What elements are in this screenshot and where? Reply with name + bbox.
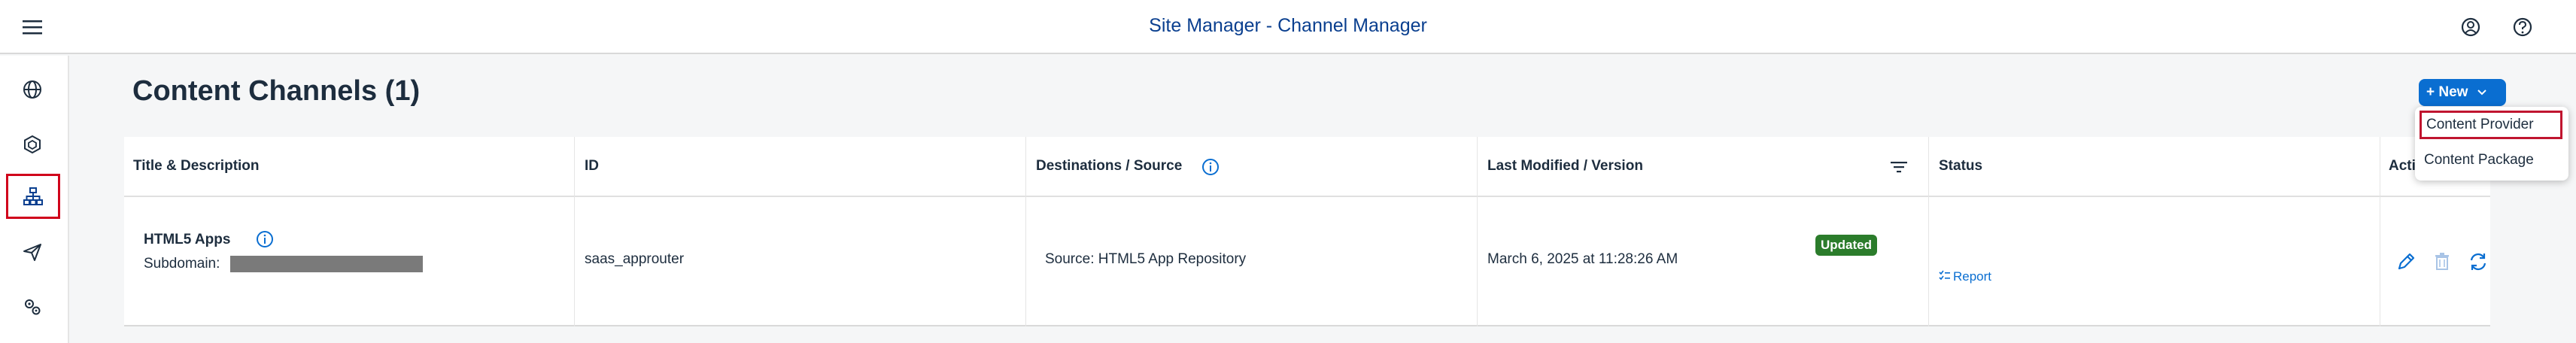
channel-id: saas_approuter: [585, 251, 685, 267]
sitemap-icon[interactable]: [6, 174, 60, 219]
settings-gears-icon[interactable]: [17, 291, 48, 323]
app-title: Site Manager - Channel Manager: [1149, 15, 1427, 36]
new-dropdown-menu: Content Provider Content Package: [2415, 107, 2568, 181]
report-link[interactable]: Report: [1939, 269, 1991, 284]
channel-source: Source: HTML5 App Repository: [1045, 251, 1247, 267]
delete-trash-icon[interactable]: [2430, 250, 2454, 274]
help-icon[interactable]: [2510, 14, 2535, 40]
information-icon[interactable]: [1201, 158, 1220, 176]
side-navigation: [0, 56, 69, 343]
information-icon[interactable]: [256, 230, 274, 248]
refresh-icon[interactable]: [2466, 250, 2490, 274]
subdomain-redacted: [230, 256, 423, 272]
report-label: Report: [1953, 269, 1992, 284]
content-channels-table: Title & Description ID Destinations / So…: [124, 137, 2490, 326]
cube-icon[interactable]: [17, 129, 48, 160]
shell-header: Site Manager - Channel Manager: [0, 0, 2576, 54]
page-title: Content Channels (1): [132, 75, 421, 107]
column-header-last-modified[interactable]: Last Modified / Version: [1487, 158, 1643, 175]
column-header-actions: Acti: [2389, 158, 2416, 174]
last-modified: March 6, 2025 at 11:28:26 AM: [1487, 251, 1678, 267]
globe-icon[interactable]: [17, 74, 48, 105]
user-account-icon[interactable]: [2458, 14, 2483, 40]
menu-item-content-package[interactable]: Content Package: [2420, 147, 2562, 175]
filter-sort-icon[interactable]: [1889, 158, 1909, 176]
column-header-destinations[interactable]: Destinations / Source: [1036, 158, 1182, 175]
column-header-id[interactable]: ID: [585, 158, 599, 175]
new-button[interactable]: + New: [2419, 79, 2506, 106]
menu-item-content-provider[interactable]: Content Provider: [2420, 111, 2562, 139]
paper-plane-icon[interactable]: [17, 236, 48, 268]
edit-pencil-icon[interactable]: [2394, 250, 2418, 274]
status-badge: Updated: [1815, 235, 1877, 256]
checklist-icon: [1939, 269, 1951, 284]
subdomain-label: Subdomain:: [144, 256, 220, 272]
column-header-status[interactable]: Status: [1939, 158, 1982, 175]
table-header: [124, 137, 2490, 197]
channel-title: HTML5 Apps: [144, 232, 231, 247]
chevron-down-icon: [2477, 84, 2487, 101]
new-button-label: + New: [2426, 84, 2468, 100]
column-header-title[interactable]: Title & Description: [133, 158, 260, 175]
